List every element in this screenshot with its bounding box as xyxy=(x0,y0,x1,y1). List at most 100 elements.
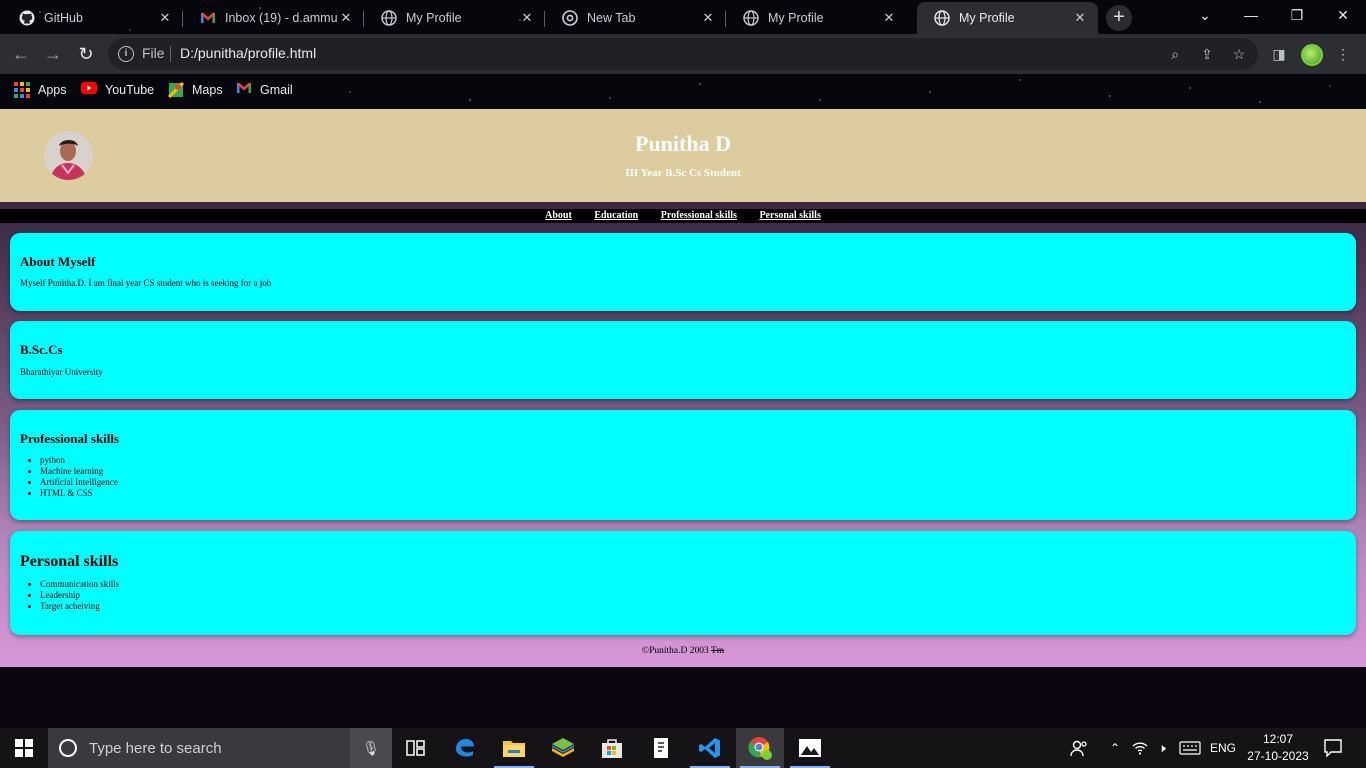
clock-date: 27-10-2023 xyxy=(1247,749,1309,763)
tab-github[interactable]: GitHub ✕ xyxy=(2,2,183,34)
file-explorer-icon[interactable] xyxy=(490,728,538,768)
forward-arrow-icon[interactable]: → xyxy=(41,42,65,66)
globe-icon xyxy=(381,10,397,26)
github-icon xyxy=(19,10,35,26)
youtube-icon xyxy=(81,82,97,98)
education-text: Bharathiyar University xyxy=(20,367,103,377)
tab-title: My Profile xyxy=(768,11,824,25)
bookmark-apps[interactable]: Apps xyxy=(14,82,67,98)
tab-new-tab[interactable]: New Tab ✕ xyxy=(545,2,726,34)
tab-title: My Profile xyxy=(406,11,462,25)
taskbar-search[interactable]: 🎙 xyxy=(48,728,392,768)
footer-text: ©Punitha.D 2003 xyxy=(641,646,711,656)
start-button[interactable] xyxy=(0,728,48,768)
tab-title: Inbox (19) - d.ammup xyxy=(225,11,338,25)
people-icon[interactable] xyxy=(1066,728,1092,768)
nav-link-about[interactable]: About xyxy=(545,210,572,221)
bookmark-label: Gmail xyxy=(260,83,293,97)
back-arrow-icon[interactable]: ← xyxy=(9,42,33,66)
windows-logo-icon xyxy=(15,739,33,757)
globe-icon xyxy=(743,10,759,26)
page-footer: ©Punitha.D 2003 Tm xyxy=(0,646,1366,656)
windows-taskbar: 🎙 ⌃ 🕨 ENG 12:07 27-10-2023 xyxy=(0,728,1366,768)
tab-my-profile-2[interactable]: My Profile ✕ xyxy=(726,2,907,34)
task-view-icon[interactable] xyxy=(392,728,440,768)
search-input[interactable] xyxy=(89,739,339,757)
tab-strip: GitHub ✕ Inbox (19) - d.ammup ✕ My Profi… xyxy=(0,0,1366,34)
chrome-icon xyxy=(562,10,578,26)
bookmark-maps[interactable]: Maps xyxy=(167,81,223,99)
menu-kebab-icon[interactable]: ⋮ xyxy=(1333,44,1353,64)
bookmark-star-icon[interactable]: ☆ xyxy=(1229,44,1249,64)
about-card: About Myself Myself Punitha.D. I am fina… xyxy=(10,233,1356,311)
list-item: Machine learning xyxy=(40,466,1346,477)
nav-link-education[interactable]: Education xyxy=(594,210,638,221)
list-item: Leadership xyxy=(40,590,1346,601)
education-heading: B.Sc.Cs xyxy=(20,342,63,357)
bookmark-gmail[interactable]: Gmail xyxy=(236,82,293,98)
keyboard-icon[interactable] xyxy=(1176,728,1204,768)
notifications-icon[interactable] xyxy=(1320,728,1346,768)
browser-toolbar: ← → ↻ i File D:/punitha/profile.html ⌕ ⇪… xyxy=(0,34,1366,74)
chevron-up-icon[interactable]: ⌃ xyxy=(1104,728,1126,768)
close-icon[interactable]: ✕ xyxy=(338,10,354,26)
browser-chrome: GitHub ✕ Inbox (19) - d.ammup ✕ My Profi… xyxy=(0,0,1366,109)
system-clock[interactable]: 12:07 27-10-2023 xyxy=(1240,731,1316,765)
zoom-icon[interactable]: ⌕ xyxy=(1165,44,1185,64)
divider xyxy=(170,46,171,62)
language-indicator[interactable]: ENG xyxy=(1206,728,1240,768)
nav-link-personal-skills[interactable]: Personal skills xyxy=(759,210,820,221)
tab-my-profile-active[interactable]: My Profile ✕ xyxy=(917,2,1098,34)
edge-icon[interactable] xyxy=(441,728,489,768)
about-text: Myself Punitha.D. I am final year CS stu… xyxy=(20,278,272,288)
address-bar[interactable]: i File D:/punitha/profile.html ⌕ ⇪ ☆ xyxy=(108,38,1258,70)
gmail-icon xyxy=(236,82,252,98)
profile-page: Punitha D III Year B.Sc Cs Student About… xyxy=(0,109,1366,667)
professional-skills-heading: Professional skills xyxy=(20,431,120,446)
footer-struck-text: Tm xyxy=(710,646,725,656)
tab-my-profile-1[interactable]: My Profile ✕ xyxy=(364,2,545,34)
close-window-button[interactable]: ✕ xyxy=(1320,0,1366,32)
close-icon[interactable]: ✕ xyxy=(157,10,173,26)
volume-muted-icon[interactable]: 🕨 xyxy=(1151,728,1173,768)
nav-link-professional-skills[interactable]: Professional skills xyxy=(661,210,737,221)
microsoft-store-icon[interactable] xyxy=(588,728,636,768)
url-scheme-label: File xyxy=(142,45,165,61)
minimize-button[interactable]: — xyxy=(1228,0,1274,32)
tab-title: My Profile xyxy=(959,11,1015,25)
microphone-icon[interactable]: 🎙 xyxy=(350,728,392,768)
close-icon[interactable]: ✕ xyxy=(881,10,897,26)
side-panel-icon[interactable]: ◨ xyxy=(1269,44,1289,64)
bookmarks-bar: Apps YouTube Maps Gmail xyxy=(0,74,1366,109)
reload-icon[interactable]: ↻ xyxy=(74,42,98,66)
tab-gmail[interactable]: Inbox (19) - d.ammup ✕ xyxy=(183,2,364,34)
git-bash-icon[interactable] xyxy=(637,728,685,768)
share-icon[interactable]: ⇪ xyxy=(1197,44,1217,64)
globe-icon xyxy=(934,10,950,26)
chrome-taskbar-icon[interactable] xyxy=(736,728,784,768)
close-icon[interactable]: ✕ xyxy=(519,10,535,26)
wifi-icon[interactable] xyxy=(1129,728,1151,768)
personal-skills-card: Personal skills Communication skills Lea… xyxy=(10,531,1356,635)
about-heading: About Myself xyxy=(20,254,96,269)
site-nav: About Education Professional skills Pers… xyxy=(0,209,1366,223)
education-card: B.Sc.Cs Bharathiyar University xyxy=(10,321,1356,399)
bookmark-youtube[interactable]: YouTube xyxy=(81,82,154,98)
url-text[interactable]: D:/punitha/profile.html xyxy=(180,45,316,61)
new-tab-button[interactable]: + xyxy=(1106,5,1132,31)
vs-code-icon[interactable] xyxy=(686,728,734,768)
bookmark-label: Apps xyxy=(38,83,67,97)
bookmark-label: YouTube xyxy=(105,83,155,97)
profile-avatar-icon[interactable] xyxy=(1301,44,1323,66)
stacked-app-icon[interactable] xyxy=(539,728,587,768)
close-icon[interactable]: ✕ xyxy=(700,10,716,26)
maps-icon xyxy=(167,81,185,99)
restore-button[interactable]: ❐ xyxy=(1274,0,1320,32)
tab-title: GitHub xyxy=(44,11,83,25)
list-item: Artificial Intelligence xyxy=(40,477,1346,488)
info-icon[interactable]: i xyxy=(118,46,134,62)
photos-icon[interactable] xyxy=(786,728,834,768)
tab-title: New Tab xyxy=(587,11,636,25)
tab-search-chevron-icon[interactable]: ⌄ xyxy=(1182,0,1228,32)
close-icon[interactable]: ✕ xyxy=(1072,10,1088,26)
